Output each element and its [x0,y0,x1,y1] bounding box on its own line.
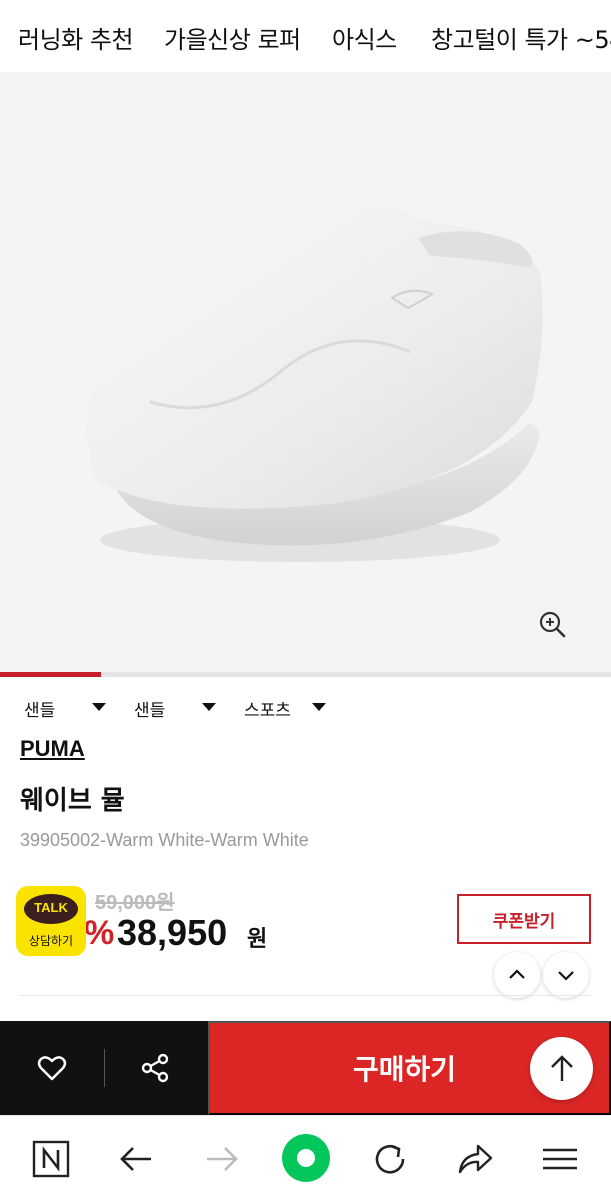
forward-icon[interactable] [203,1140,241,1178]
chevron-down-icon[interactable] [202,703,216,711]
gallery-progress-fill [0,672,101,677]
talk-sub-label: 상담하기 [28,934,74,948]
browser-nav-bar [0,1115,611,1200]
coupon-button[interactable]: 쿠폰받기 [457,894,591,944]
keyword-strip: 러닝화 추천 가을신상 로퍼 아식스 창고털이 특가 ~54 [0,0,611,72]
keyword-autumn-loafer[interactable]: 가을신상 로퍼 [164,20,301,55]
category-2[interactable]: 샌들 [134,696,165,721]
gallery-progress-bar [0,672,611,677]
discount-rate: % [84,914,115,952]
sale-price: 38,950 [117,912,228,953]
category-1[interactable]: 샌들 [24,696,55,721]
kakao-talk-button[interactable]: TALK 상담하기 [16,886,86,956]
scroll-down-button[interactable] [543,952,589,998]
back-icon[interactable] [117,1140,155,1178]
price-unit: 원 [247,927,268,952]
green-dot-icon[interactable] [281,1133,331,1183]
category-3[interactable]: 스포츠 [244,696,291,721]
share-forward-icon[interactable] [456,1140,494,1178]
divider [104,1049,105,1087]
share-icon[interactable] [139,1052,171,1084]
scroll-top-button[interactable] [530,1037,593,1100]
product-sku: 39905002-Warm White-Warm White [20,830,309,850]
talk-label: TALK [34,900,68,915]
chevron-down-icon[interactable] [312,703,326,711]
zoom-in-icon[interactable] [537,609,567,639]
product-name: 웨이브 뮬 [20,786,125,816]
divider [20,995,591,996]
scroll-up-button[interactable] [494,952,540,998]
bottom-bar-left [0,1021,208,1115]
refresh-icon[interactable] [371,1140,409,1178]
keyword-warehouse-sale[interactable]: 창고털이 특가 ~54 [431,20,611,55]
bottom-action-bar: 구매하기 [0,1021,611,1115]
chevron-down-icon [558,971,574,981]
chevron-down-icon[interactable] [92,703,106,711]
product-image-gallery[interactable] [0,72,611,676]
product-image [85,201,543,562]
arrow-up-icon [551,1055,573,1081]
keyword-asics[interactable]: 아식스 [332,20,397,55]
naver-home-icon[interactable] [32,1140,70,1178]
original-price: 59,000원 [95,892,175,914]
heart-icon[interactable] [36,1052,68,1084]
menu-icon[interactable] [541,1140,579,1178]
chevron-up-icon [509,969,525,979]
brand-link[interactable]: PUMA [20,736,85,762]
keyword-running-shoes[interactable]: 러닝화 추천 [18,20,134,55]
